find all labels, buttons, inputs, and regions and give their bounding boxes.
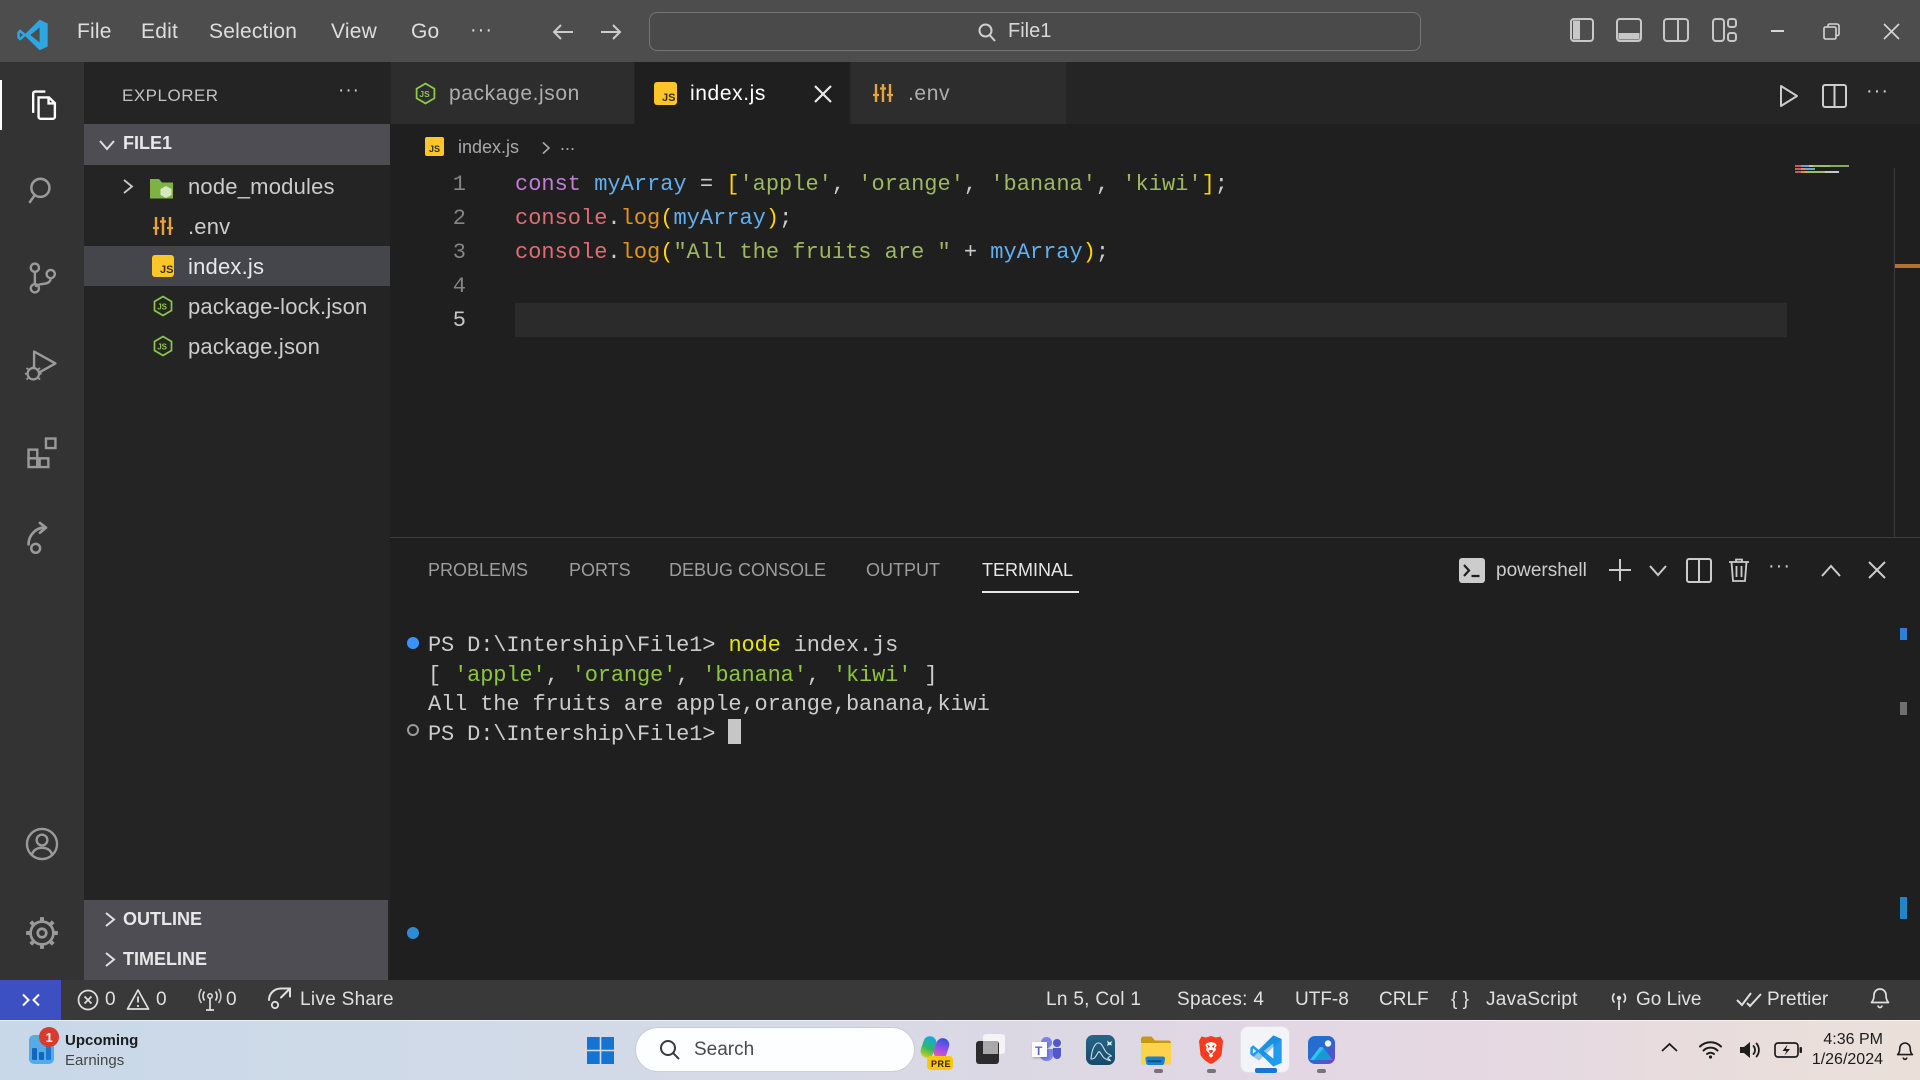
svg-text:JS: JS	[157, 343, 167, 352]
svg-text:JS: JS	[419, 89, 430, 99]
